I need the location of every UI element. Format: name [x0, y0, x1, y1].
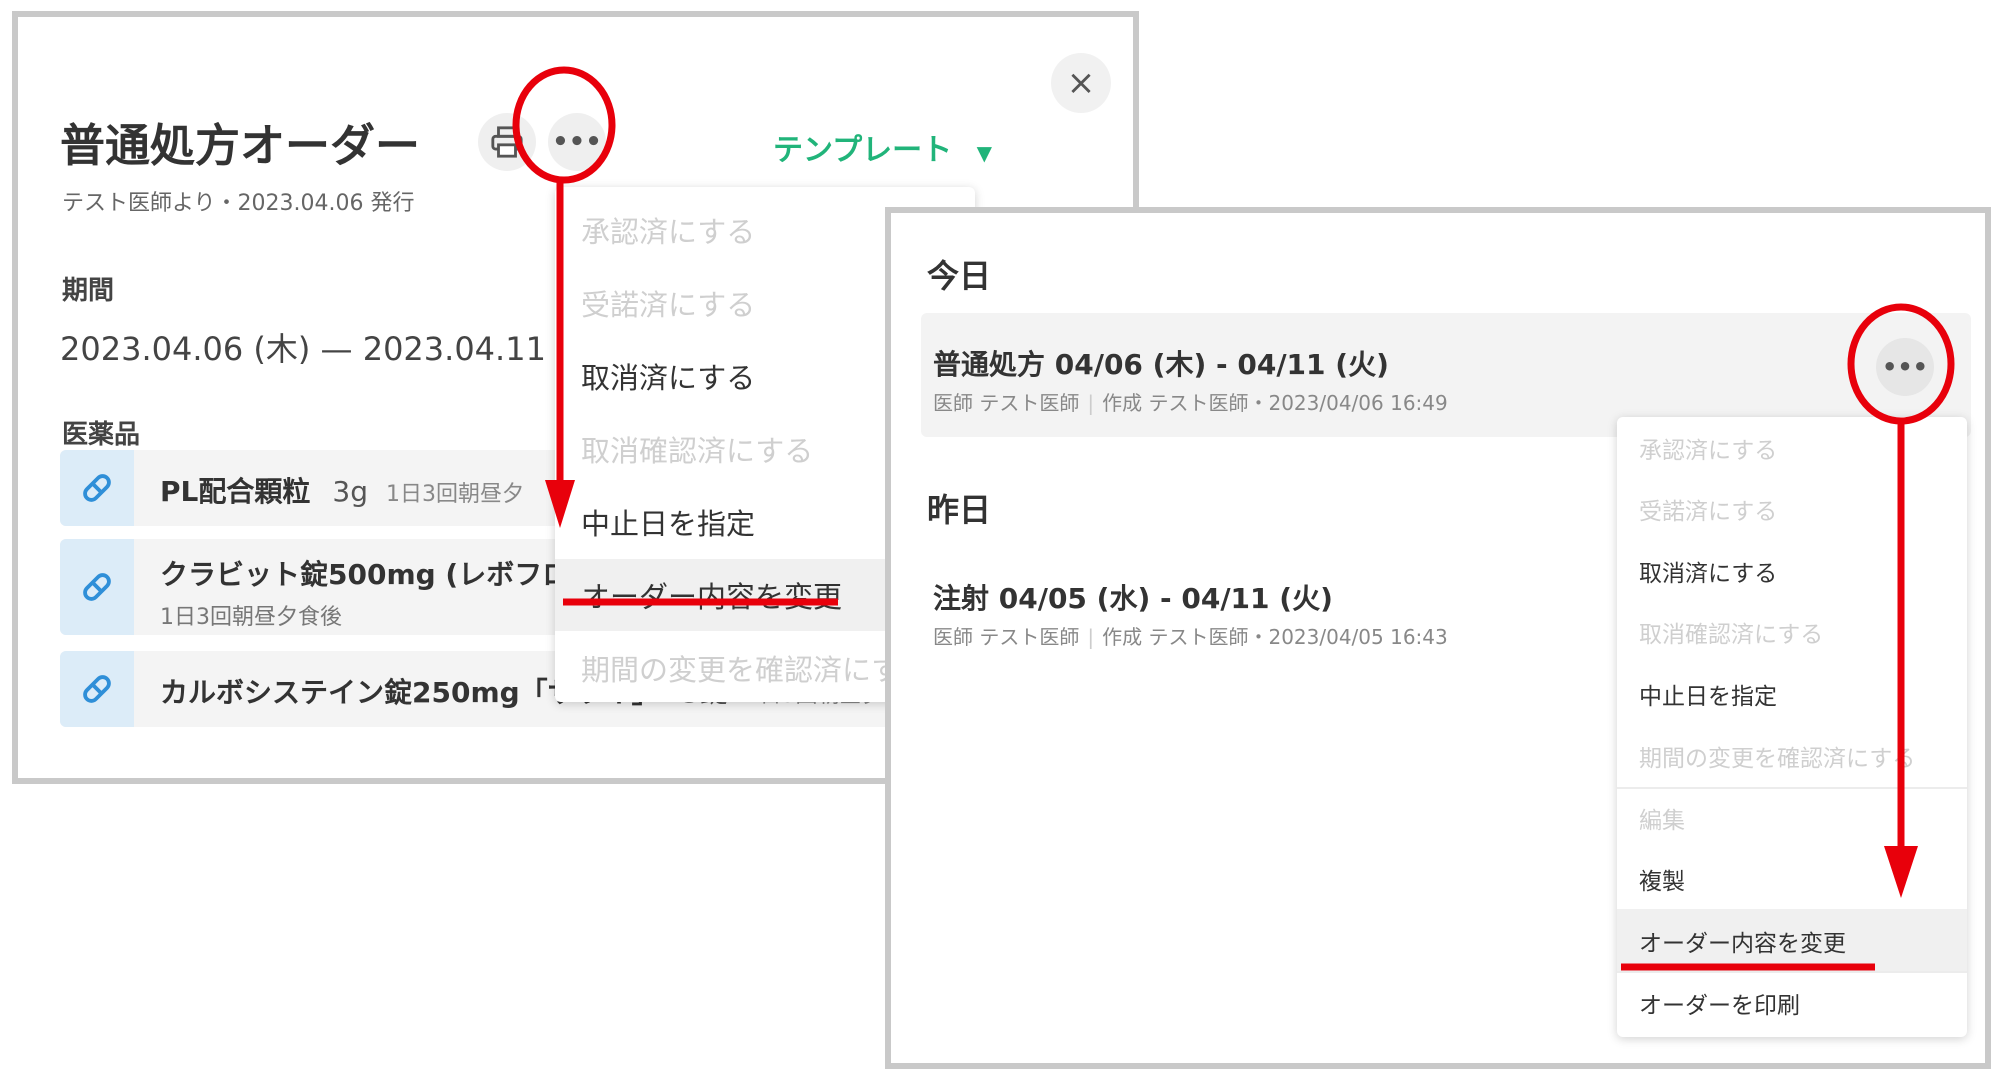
template-dropdown[interactable]: テンプレート ▼ [773, 125, 992, 169]
medicines-label: 医薬品 [62, 420, 141, 450]
menu-item-accept: 受諾済にする [1639, 499, 1778, 525]
order-title: 普通処方オーダー [60, 119, 421, 172]
menu-item-change-order[interactable]: オーダー内容を変更 [1639, 924, 1846, 958]
menu-item-duplicate[interactable]: 複製 [1639, 862, 1685, 896]
medicine-usage: 1日3回朝昼夕食後 [160, 605, 342, 630]
printer-icon [491, 126, 523, 158]
more-options-button[interactable]: ••• [548, 113, 606, 171]
menu-item-change-order[interactable]: オーダー内容を変更 [581, 574, 842, 616]
template-label: テンプレート [773, 133, 953, 168]
close-icon: × [1066, 63, 1096, 103]
menu-item-approve: 承認済にする [1639, 438, 1778, 464]
order-item-meta: 医師 テスト医師 | 作成 テスト医師・2023/04/06 16:49 [933, 391, 1448, 415]
menu-item-set-stop-date[interactable]: 中止日を指定 [581, 501, 755, 543]
today-label: 今日 [927, 257, 992, 295]
menu-item-cancel-confirm: 取消確認済にする [581, 434, 814, 468]
more-options-menu: 承認済にする 受諾済にする 取消済にする 取消確認済にする 中止日を指定 期間の… [1617, 417, 1967, 1037]
yesterday-label: 昨日 [927, 491, 992, 529]
medicine-dose: 3g [332, 475, 368, 508]
medicine-name: PL配合顆粒 3g 1日3回朝昼夕 [160, 475, 524, 508]
pill-icon [60, 450, 134, 526]
order-subtitle: テスト医師より・2023.04.06 発行 [62, 191, 415, 216]
menu-item-set-stop-date[interactable]: 中止日を指定 [1639, 677, 1777, 711]
medicine-name: クラビット錠500mg (レボフロ [160, 558, 571, 591]
menu-item-confirm-period-change: 期間の変更を確認済にす [581, 653, 901, 687]
more-icon: ••• [1881, 353, 1929, 381]
menu-item-approve: 承認済にする [581, 215, 756, 249]
meta-separator: | [1087, 391, 1095, 415]
caret-down-icon: ▼ [976, 141, 992, 165]
menu-item-cancel[interactable]: 取消済にする [581, 355, 755, 397]
print-button[interactable] [478, 113, 536, 171]
menu-divider [1617, 971, 1967, 973]
period-value: 2023.04.06 (木) — 2023.04.11 (火 [60, 330, 601, 368]
order-item-title[interactable]: 普通処方 04/06 (木) - 04/11 (火) [933, 343, 1389, 383]
medicine-usage: 1日3回朝昼夕 [385, 482, 524, 507]
close-button[interactable]: × [1051, 53, 1111, 113]
menu-item-print-order[interactable]: オーダーを印刷 [1639, 986, 1800, 1020]
more-icon: ••• [552, 127, 602, 157]
order-list-panel: 今日 普通処方 04/06 (木) - 04/11 (火) 医師 テスト医師 | 作… [885, 207, 1991, 1069]
menu-item-edit: 編集 [1639, 808, 1685, 834]
menu-divider [1617, 787, 1967, 789]
order-item-title[interactable]: 注射 04/05 (水) - 04/11 (火) [933, 577, 1333, 617]
pill-icon [60, 539, 134, 635]
menu-item-cancel-confirm: 取消確認済にする [1639, 622, 1824, 648]
more-options-button[interactable]: ••• [1876, 338, 1934, 396]
meta-separator: | [1087, 625, 1095, 649]
menu-item-accept: 受諾済にする [581, 288, 756, 322]
period-label: 期間 [62, 276, 115, 306]
pill-icon [60, 651, 134, 727]
order-item-meta: 医師 テスト医師 | 作成 テスト医師・2023/04/05 16:43 [933, 625, 1448, 649]
menu-item-confirm-period-change: 期間の変更を確認済にする [1639, 746, 1916, 772]
menu-item-cancel[interactable]: 取消済にする [1639, 554, 1777, 588]
